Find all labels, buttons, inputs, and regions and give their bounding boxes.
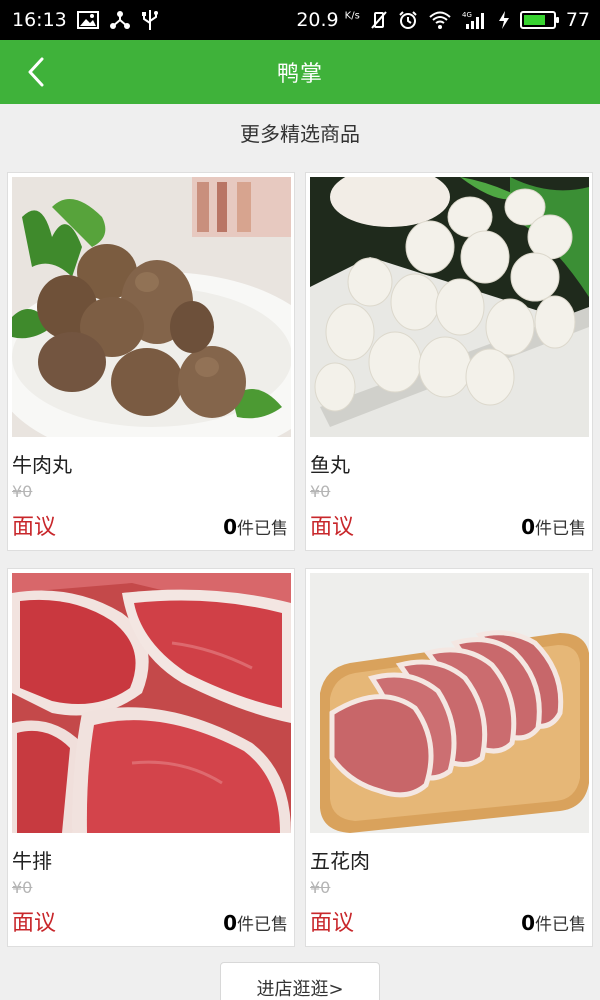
product-image-beef-meatballs[interactable] — [12, 177, 291, 437]
product-sold: 0件已售 — [223, 910, 288, 935]
product-image-pork-belly[interactable] — [310, 573, 589, 833]
signal-icon: 4G — [462, 10, 488, 30]
app-bar: 鸭掌 — [0, 40, 600, 104]
enter-store-button[interactable]: 进店逛逛> — [220, 962, 380, 1000]
section-title: 更多精选商品 — [240, 122, 360, 146]
battery-level: 77 — [565, 9, 590, 31]
charging-icon — [498, 10, 510, 30]
wifi-icon — [428, 11, 452, 29]
usb-icon — [141, 9, 159, 31]
product-original-price: ¥0 — [12, 482, 33, 501]
sold-count: 0 — [521, 515, 535, 539]
product-original-price: ¥0 — [310, 482, 331, 501]
product-image-fish-balls[interactable] — [310, 177, 589, 437]
product-sold: 0件已售 — [223, 514, 288, 539]
product-name: 牛排 — [12, 849, 52, 873]
product-image-steak[interactable] — [12, 573, 291, 833]
product-price: 面议 — [12, 911, 57, 936]
product-price: 面议 — [310, 911, 355, 936]
network-type: 4G — [462, 11, 472, 19]
product-name: 牛肉丸 — [12, 453, 72, 477]
product-name: 五花肉 — [310, 849, 370, 873]
status-bar: 16:13 20.9 K/s 4G 77 — [0, 0, 600, 40]
sold-suffix: 件已售 — [237, 519, 288, 539]
product-sold: 0件已售 — [521, 514, 586, 539]
sold-count: 0 — [223, 515, 237, 539]
product-card-pork-belly[interactable]: 五花肉 ¥0 面议 0件已售 — [305, 568, 593, 947]
sold-suffix: 件已售 — [237, 915, 288, 935]
battery-icon — [519, 11, 559, 29]
product-price: 面议 — [310, 515, 355, 540]
product-original-price: ¥0 — [310, 878, 331, 897]
status-time: 16:13 — [12, 9, 67, 31]
gallery-icon — [76, 11, 99, 29]
product-card-beef-meatballs[interactable]: 牛肉丸 ¥0 面议 0件已售 — [7, 172, 295, 551]
share-icon — [109, 10, 131, 30]
product-grid: 牛肉丸 ¥0 面议 0件已售 鱼丸 ¥0 面议 0件已售 牛排 ¥0 面议 0件… — [7, 172, 593, 947]
alarm-icon — [398, 10, 418, 30]
vibrate-off-icon — [370, 10, 388, 30]
product-card-fish-balls[interactable]: 鱼丸 ¥0 面议 0件已售 — [305, 172, 593, 551]
network-speed-value: 20.9 — [296, 9, 339, 31]
network-speed: 20.9 K/s — [296, 9, 360, 31]
network-speed-unit: K/s — [344, 10, 360, 22]
sold-count: 0 — [223, 911, 237, 935]
page-title: 鸭掌 — [276, 62, 323, 87]
chevron-left-icon — [28, 57, 44, 87]
product-card-steak[interactable]: 牛排 ¥0 面议 0件已售 — [7, 568, 295, 947]
sold-count: 0 — [521, 911, 535, 935]
product-price: 面议 — [12, 515, 57, 540]
product-sold: 0件已售 — [521, 910, 586, 935]
product-original-price: ¥0 — [12, 878, 33, 897]
back-button[interactable] — [18, 54, 54, 90]
sold-suffix: 件已售 — [535, 519, 586, 539]
product-name: 鱼丸 — [310, 453, 350, 477]
sold-suffix: 件已售 — [535, 915, 586, 935]
